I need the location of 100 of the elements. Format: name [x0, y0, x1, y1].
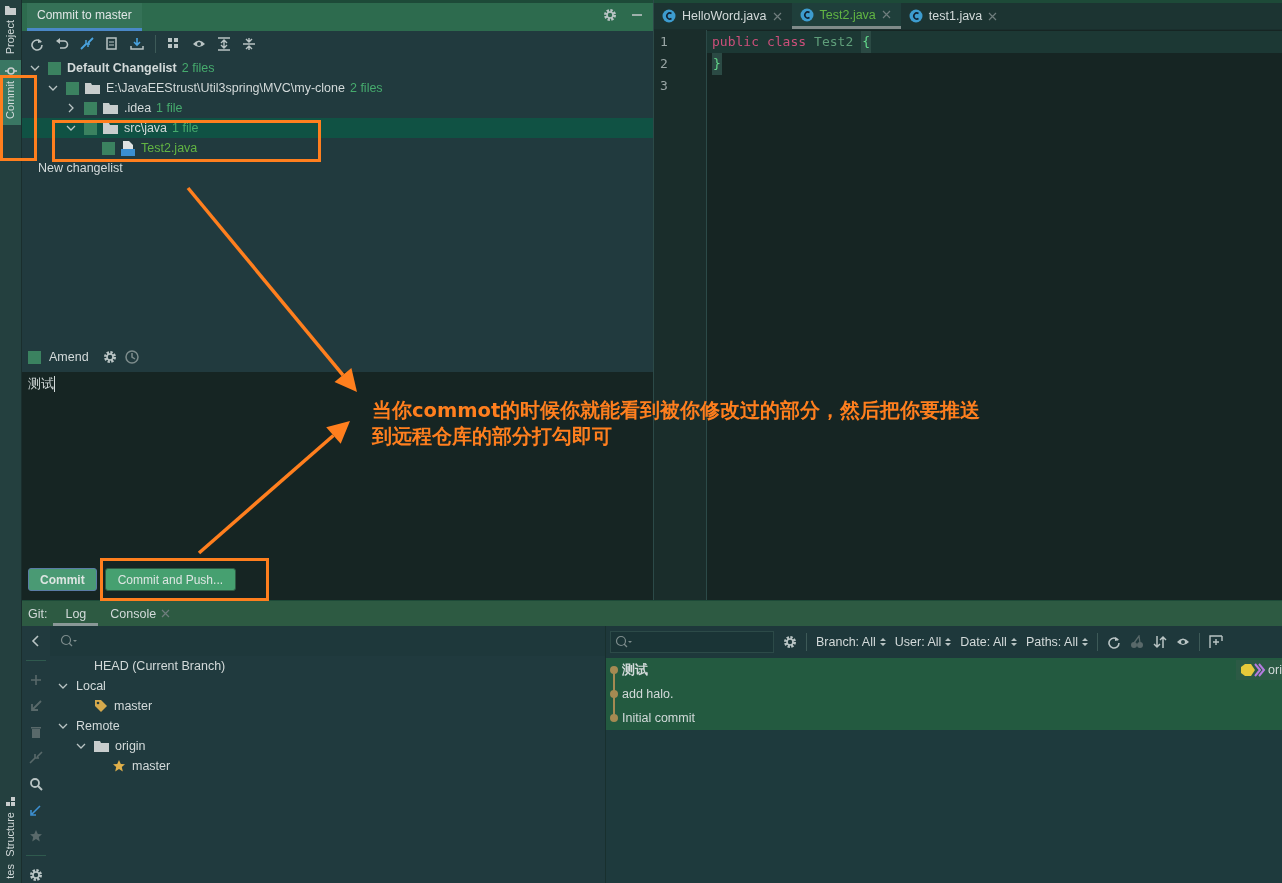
structure-icon	[5, 796, 16, 807]
folder-icon	[5, 6, 16, 15]
filter-dropdown[interactable]: Paths: All	[1025, 635, 1088, 649]
tree-row[interactable]: E:\JavaEEStrust\Util3spring\MVC\my-clone 2 files	[22, 78, 653, 98]
checkbox[interactable]	[102, 141, 115, 155]
updown-icon	[879, 637, 886, 647]
folder-icon	[103, 122, 118, 134]
editor-tab[interactable]: HelloWord.java	[654, 3, 792, 29]
collapse-all-icon[interactable]	[242, 37, 256, 51]
tags-icon	[1240, 663, 1267, 677]
updown-icon	[1010, 637, 1017, 647]
file-count: 2 files	[181, 61, 215, 75]
panel-title-tab[interactable]: Commit to master	[27, 3, 142, 31]
panel-label: Git:	[28, 606, 48, 621]
branch-item[interactable]: master	[50, 756, 605, 776]
settings-icon[interactable]	[102, 350, 117, 364]
class-icon	[908, 9, 923, 23]
search-icon	[615, 635, 633, 649]
panel-tab[interactable]: Console	[98, 601, 183, 626]
editor-tab[interactable]: test1.java	[900, 3, 1008, 29]
new-tab-icon[interactable]	[1209, 635, 1223, 649]
chevron-down-icon[interactable]	[66, 123, 76, 133]
tree-label: .idea	[124, 101, 152, 115]
chevron-down-icon[interactable]	[30, 63, 40, 73]
updown-icon	[1082, 637, 1088, 647]
tree-label: Default Changelist	[67, 61, 177, 75]
tree-label: E:\JavaEEStrust\Util3spring\MVC\my-clone	[106, 81, 345, 95]
code-token: }	[712, 53, 722, 75]
updown-icon	[945, 637, 952, 647]
undo-icon[interactable]	[55, 37, 69, 51]
editor-tab[interactable]: Test2.java	[791, 3, 901, 29]
settings-icon[interactable]	[603, 8, 617, 22]
tag-icon	[94, 699, 108, 713]
folder-icon	[103, 102, 118, 114]
pencil-icon[interactable]	[29, 803, 43, 817]
line-number: 1	[659, 33, 669, 51]
code-token: class	[766, 33, 807, 51]
history-icon[interactable]	[124, 350, 139, 364]
commit-message-field[interactable]: 测试	[28, 375, 55, 393]
tree-row[interactable]: src\java 1 file	[22, 118, 653, 138]
checkbox[interactable]	[84, 101, 97, 115]
chevron-right-icon[interactable]	[66, 103, 76, 113]
tree-row[interactable]: New changelist	[22, 158, 653, 178]
diff-arrows-icon[interactable]	[80, 37, 94, 51]
download-icon[interactable]	[130, 37, 144, 51]
search-field[interactable]	[610, 631, 774, 653]
branch-item[interactable]: Local	[50, 676, 605, 696]
sort-icon[interactable]	[1153, 635, 1167, 649]
file-count: 1 file	[156, 101, 183, 115]
folder-icon	[85, 82, 100, 94]
list-icon[interactable]	[105, 37, 119, 51]
chevron-down-icon[interactable]	[58, 721, 68, 731]
tree-row[interactable]: .idea 1 file	[22, 98, 653, 118]
tool-window-tab[interactable]: Project	[0, 0, 21, 61]
branch-item[interactable]: HEAD (Current Branch)	[50, 656, 605, 676]
group-icon[interactable]	[167, 37, 181, 51]
settings-icon[interactable]	[29, 868, 43, 882]
tree-row[interactable]: Default Changelist 2 files	[22, 58, 653, 78]
tree-label: src\java	[124, 121, 168, 135]
search-icon	[60, 634, 78, 648]
class-icon	[799, 7, 814, 22]
close-icon[interactable]	[772, 11, 782, 21]
line-number: 2	[659, 55, 669, 73]
chevron-down-icon[interactable]	[76, 741, 86, 751]
checkbox[interactable]	[48, 61, 61, 75]
file-count: 2 files	[349, 81, 383, 95]
checkbox[interactable]	[66, 81, 79, 95]
code-token: {	[861, 31, 872, 53]
search-icon[interactable]	[29, 777, 43, 791]
expand-all-icon[interactable]	[217, 37, 231, 51]
branch-item[interactable]: master	[50, 696, 605, 716]
star-icon[interactable]	[29, 829, 43, 843]
tree-row[interactable]: Test2.java	[22, 138, 653, 158]
branch-item[interactable]: Remote	[50, 716, 605, 736]
branch-item[interactable]: origin	[50, 736, 605, 756]
refresh-icon[interactable]	[1107, 635, 1121, 649]
settings-icon[interactable]	[783, 635, 797, 649]
commit-row[interactable]: 测试 ori	[606, 658, 1282, 682]
close-icon[interactable]	[988, 11, 998, 21]
branch-label: ori	[1236, 660, 1282, 680]
amend-label: Amend	[49, 350, 89, 364]
filter-dropdown[interactable]: Branch: All	[816, 635, 886, 649]
file-count: 1 file	[172, 121, 199, 135]
chevron-down-icon[interactable]	[58, 681, 68, 691]
code-token: public	[712, 33, 759, 51]
commit-row[interactable]: Initial commit	[606, 706, 1282, 730]
filter-dropdown[interactable]: User: All	[894, 635, 952, 649]
code-token: Test2	[814, 33, 854, 51]
close-icon[interactable]	[881, 10, 891, 19]
class-icon	[662, 9, 676, 23]
tree-label: New changelist	[37, 161, 123, 175]
commit-row[interactable]: add halo.	[606, 682, 1282, 706]
tool-window-tab[interactable]: tes	[0, 860, 21, 883]
refresh-icon[interactable]	[30, 37, 44, 51]
filter-dropdown[interactable]: Date: All	[960, 635, 1017, 649]
tool-window-tab[interactable]: Structure	[0, 792, 21, 861]
annotation-text: 当你commot的时候你就能看到被你修改过的部分，然后把你要推送到远程仓库的部分打勾即可	[372, 398, 982, 450]
chevron-down-icon[interactable]	[48, 83, 58, 93]
checkbox[interactable]	[28, 350, 41, 364]
folder-icon	[94, 740, 109, 752]
